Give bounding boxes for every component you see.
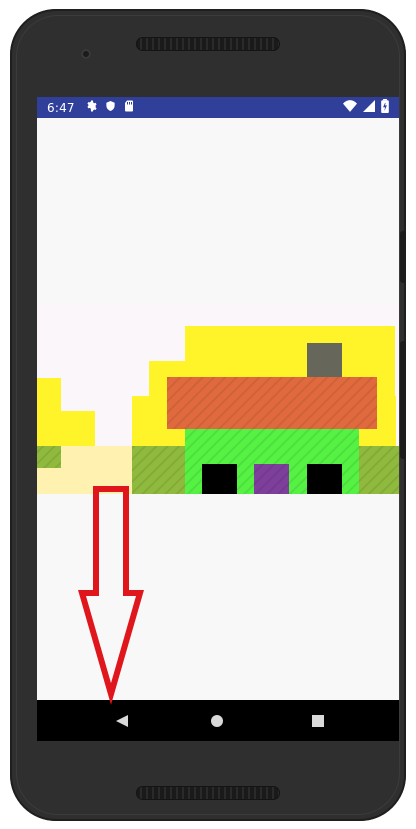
top-speaker	[136, 37, 280, 51]
sd-card-icon	[124, 100, 134, 115]
recents-icon	[312, 715, 324, 727]
front-camera	[81, 49, 91, 59]
house-chimney	[307, 343, 342, 377]
status-time: 6:47	[47, 100, 75, 115]
house-window-right	[307, 464, 342, 494]
pixel-art-canvas	[37, 304, 399, 494]
shield-icon	[105, 100, 116, 115]
house-window-left	[202, 464, 237, 494]
home-icon	[211, 715, 223, 727]
home-button[interactable]	[187, 700, 247, 741]
volume-button	[400, 341, 406, 459]
ground-pale-bottom	[37, 468, 132, 494]
power-button	[400, 231, 406, 283]
pixel-art-house-scene	[37, 304, 399, 494]
gear-icon	[85, 100, 97, 115]
navigation-bar	[37, 700, 399, 741]
bottom-speaker	[136, 786, 280, 800]
ground-middle-olive-texture	[132, 446, 186, 494]
right-yellow-top	[185, 326, 395, 361]
house-door-texture	[254, 464, 289, 494]
status-icons-right	[343, 99, 389, 116]
status-icons-left	[85, 100, 134, 115]
back-button[interactable]	[89, 700, 149, 741]
battery-icon	[381, 99, 389, 116]
phone-frame: 6:47	[10, 9, 406, 821]
wifi-icon	[343, 100, 357, 115]
back-icon	[116, 715, 128, 727]
house-roof-texture	[167, 377, 377, 429]
signal-icon	[363, 100, 375, 115]
device-screen: 6:47	[37, 97, 399, 741]
status-bar: 6:47	[37, 97, 399, 118]
recents-button[interactable]	[288, 700, 348, 741]
ground-right-olive-texture	[359, 446, 399, 494]
app-content	[37, 118, 399, 700]
